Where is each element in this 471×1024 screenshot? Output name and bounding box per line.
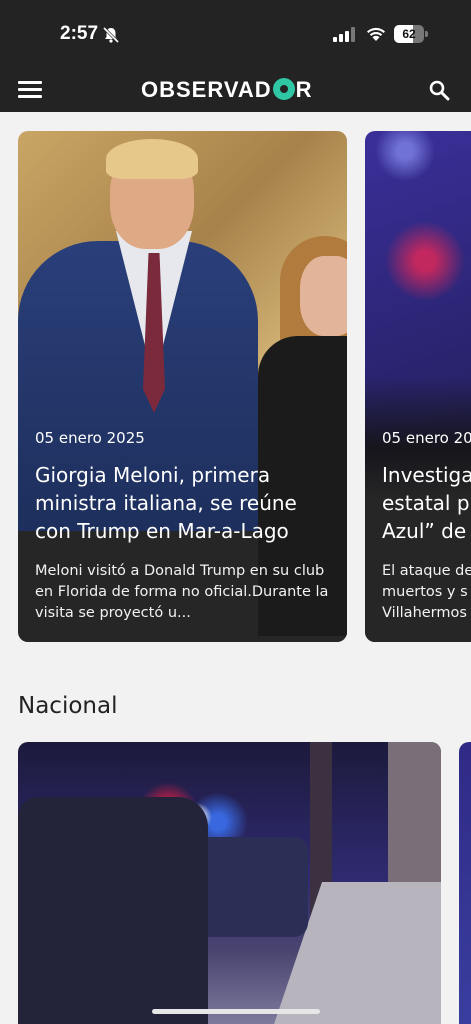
card-summary: El ataque de muertos y s Villahermos [382,561,471,624]
hamburger-menu-icon[interactable] [18,79,42,99]
news-photo [18,742,441,1024]
card-summary-line: muertos y s [382,584,468,600]
eye-icon [272,78,295,100]
featured-card-investigation[interactable]: 05 enero 20 Investiga estatal p Azul” de… [365,131,471,642]
bell-slash-icon [102,26,120,44]
battery-percentage: 62 [402,27,416,41]
card-date: 05 enero 2025 [35,429,145,447]
card-title-line: Azul” de T [382,519,471,543]
card-title-line: Investiga [382,463,471,487]
featured-carousel[interactable]: 05 enero 2025 Giorgia Meloni, primera mi… [0,131,471,643]
nacional-card[interactable] [459,742,471,1024]
status-time: 2:57 [60,23,99,44]
app-header: OBSERVAD R [0,66,471,112]
card-date: 05 enero 20 [382,429,471,447]
search-icon[interactable] [428,79,450,101]
news-photo [459,742,471,1024]
nacional-carousel[interactable] [0,742,471,1024]
card-title: Investiga estatal p Azul” de T [382,461,471,545]
observador-logo[interactable]: OBSERVAD R [141,76,313,104]
status-bar: 2:57 62 [0,0,471,66]
featured-card-meloni-trump[interactable]: 05 enero 2025 Giorgia Meloni, primera mi… [18,131,347,642]
card-summary-line: Villahermos [382,605,467,621]
card-title-line: estatal p [382,491,470,515]
logo-text-end: R [295,77,313,102]
cellular-signal-icon [333,27,355,42]
battery-icon: 62 [394,25,428,43]
home-indicator [152,1009,320,1014]
card-summary-line: El ataque de [382,563,471,579]
logo-text: OBSERVAD [141,77,272,102]
card-summary: Meloni visitó a Donald Trump en su club … [35,563,329,621]
nacional-card[interactable] [18,742,441,1024]
card-title: Giorgia Meloni, primera ministra italian… [35,463,297,543]
section-title-nacional: Nacional [18,693,118,719]
wifi-icon [367,27,385,41]
